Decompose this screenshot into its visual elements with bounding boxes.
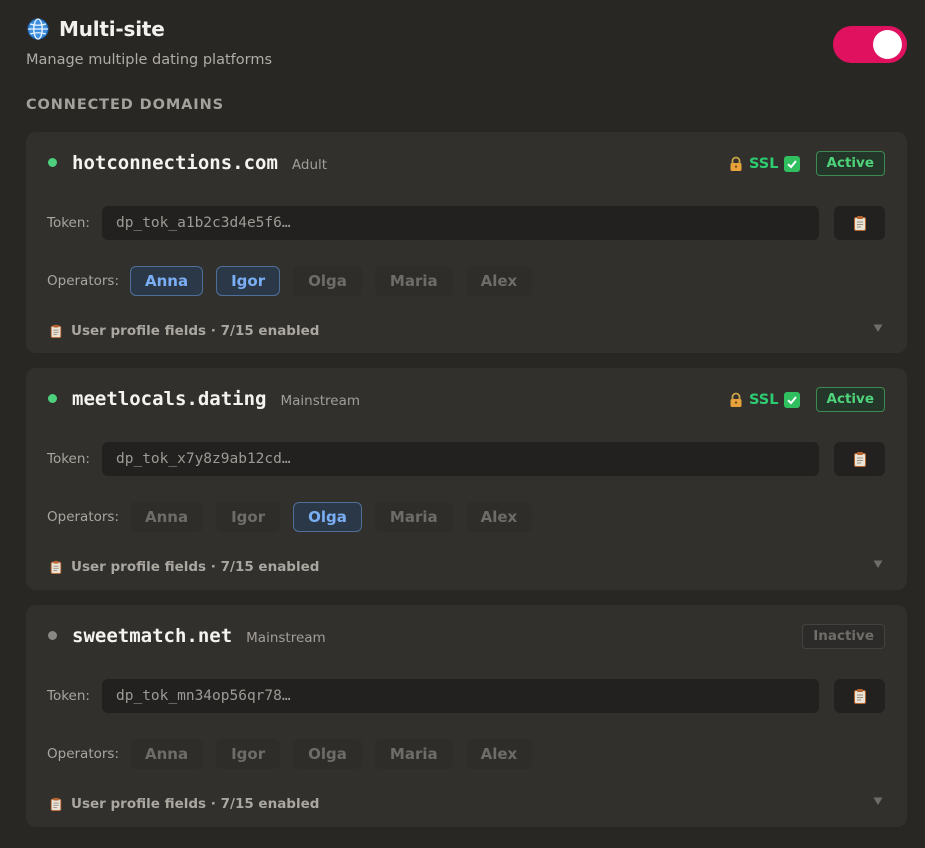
chevron-down-icon[interactable] [872, 322, 884, 334]
token-label: Token: [47, 688, 90, 704]
operator-chip-olga[interactable]: Olga [293, 502, 362, 532]
operator-chip-igor[interactable]: Igor [216, 266, 281, 296]
domain-category: Mainstream [246, 630, 326, 646]
clipboard-icon [49, 796, 65, 812]
globe-icon [26, 17, 50, 41]
title-row: Multi-site [26, 17, 165, 41]
section-label: CONNECTED DOMAINS [26, 97, 224, 113]
multi-site-toggle[interactable] [833, 26, 907, 63]
lock-icon [728, 392, 744, 408]
domain-status-area: Inactive [802, 624, 885, 649]
operators-label: Operators: [47, 273, 120, 289]
operators-label: Operators: [47, 746, 120, 762]
clipboard-icon [852, 451, 868, 467]
operator-chip-igor[interactable]: Igor [216, 739, 281, 769]
operator-chip-anna[interactable]: Anna [130, 739, 204, 769]
domain-category: Adult [291, 157, 328, 173]
ssl-label: SSL [749, 391, 779, 408]
settings-header: Multi-site Manage multiple dating platfo… [26, 0, 907, 92]
operator-chip-alex[interactable]: Alex [465, 266, 533, 296]
operator-chip-anna[interactable]: Anna [130, 502, 204, 532]
status-badge: Inactive [802, 624, 885, 649]
operators-label: Operators: [47, 509, 120, 525]
check-icon [783, 155, 800, 172]
lock-icon [728, 156, 744, 172]
profile-fields-label: User profile fields · 7/15 enabled [71, 559, 320, 575]
clipboard-icon [49, 559, 65, 575]
domain-head: sweetmatch.net Mainstream [47, 625, 326, 647]
domain-name: sweetmatch.net [72, 625, 233, 647]
domain-category: Mainstream [280, 393, 361, 409]
clipboard-icon [49, 323, 65, 339]
operator-chip-igor[interactable]: Igor [216, 502, 281, 532]
clipboard-icon [852, 215, 868, 231]
operator-chip-alex[interactable]: Alex [465, 502, 533, 532]
copy-token-button[interactable] [834, 442, 885, 476]
chevron-down-icon[interactable] [872, 558, 884, 570]
operator-chips: Anna Igor Olga Maria Alex [130, 502, 533, 532]
chevron-down-icon[interactable] [872, 795, 884, 807]
toggle-knob [873, 30, 902, 59]
ssl-indicator: SSL [728, 391, 800, 408]
status-badge: Active [815, 151, 885, 176]
token-label: Token: [47, 451, 90, 467]
token-label: Token: [47, 215, 90, 231]
domain-status-area: SSL Active [728, 387, 885, 412]
domain-name: meetlocals.dating [72, 388, 267, 410]
operator-chip-anna[interactable]: Anna [130, 266, 204, 296]
domain-card-1: hotconnections.com Adult SSL Active Toke… [26, 132, 907, 353]
page-title: Multi-site [59, 17, 165, 41]
profile-fields-toggle[interactable]: User profile fields · 7/15 enabled [49, 559, 319, 575]
domain-head: hotconnections.com Adult [47, 152, 327, 174]
multi-site-settings: Multi-site Manage multiple dating platfo… [0, 0, 925, 848]
profile-fields-toggle[interactable]: User profile fields · 7/15 enabled [49, 796, 319, 812]
domain-status-area: SSL Active [728, 151, 885, 176]
page-subtitle: Manage multiple dating platforms [26, 52, 272, 68]
operator-chips: Anna Igor Olga Maria Alex [130, 266, 533, 296]
token-field[interactable]: dp_tok_mn34op56qr78… [102, 679, 819, 713]
profile-fields-toggle[interactable]: User profile fields · 7/15 enabled [49, 323, 319, 339]
operator-chip-olga[interactable]: Olga [293, 266, 362, 296]
token-field[interactable]: dp_tok_a1b2c3d4e5f6… [102, 206, 819, 240]
domain-card-3: sweetmatch.net Mainstream Inactive Token… [26, 605, 907, 827]
copy-token-button[interactable] [834, 679, 885, 713]
domain-head: meetlocals.dating Mainstream [47, 388, 360, 410]
operator-chip-olga[interactable]: Olga [293, 739, 362, 769]
check-icon [783, 391, 800, 408]
domain-name: hotconnections.com [72, 152, 278, 174]
operator-chip-maria[interactable]: Maria [374, 502, 453, 532]
token-field[interactable]: dp_tok_x7y8z9ab12cd… [102, 442, 819, 476]
ssl-indicator: SSL [728, 155, 800, 172]
operator-chips: Anna Igor Olga Maria Alex [130, 739, 533, 769]
clipboard-icon [852, 688, 868, 704]
copy-token-button[interactable] [834, 206, 885, 240]
profile-fields-label: User profile fields · 7/15 enabled [71, 796, 320, 812]
status-badge: Active [815, 387, 885, 412]
ssl-label: SSL [749, 155, 779, 172]
operator-chip-maria[interactable]: Maria [374, 266, 453, 296]
profile-fields-label: User profile fields · 7/15 enabled [71, 323, 320, 339]
operator-chip-maria[interactable]: Maria [374, 739, 453, 769]
domain-card-2: meetlocals.dating Mainstream SSL Active … [26, 368, 907, 590]
operator-chip-alex[interactable]: Alex [465, 739, 533, 769]
